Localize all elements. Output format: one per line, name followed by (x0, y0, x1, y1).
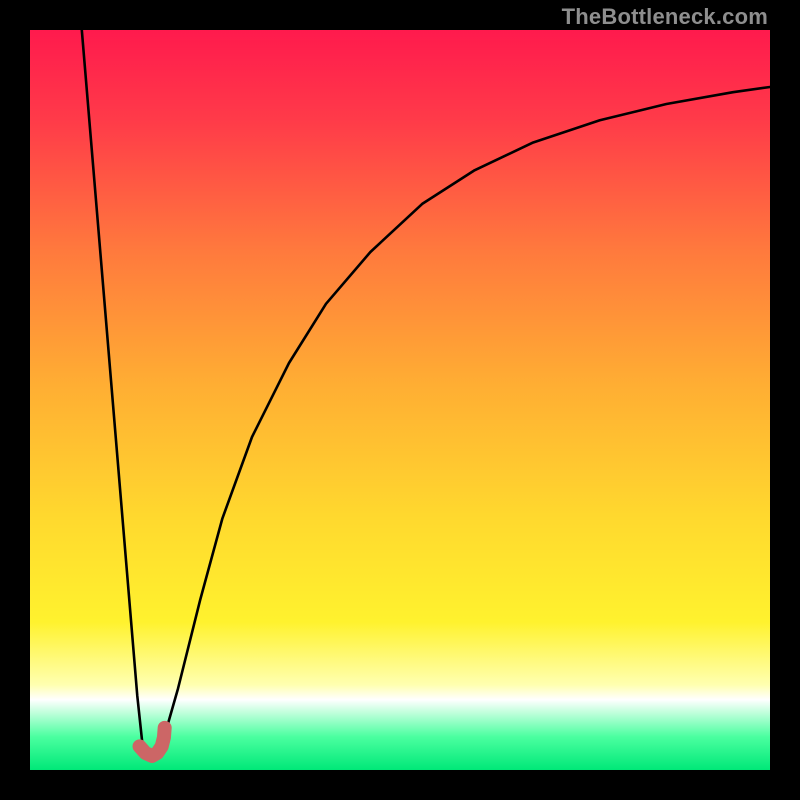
watermark-label: TheBottleneck.com (562, 4, 768, 30)
curve-layer (30, 30, 770, 770)
plot-area (30, 30, 770, 770)
curve-left-branch (82, 30, 143, 752)
curve-right-branch (163, 87, 770, 740)
chart-frame: TheBottleneck.com (0, 0, 800, 800)
optimal-point-marker (140, 728, 165, 756)
